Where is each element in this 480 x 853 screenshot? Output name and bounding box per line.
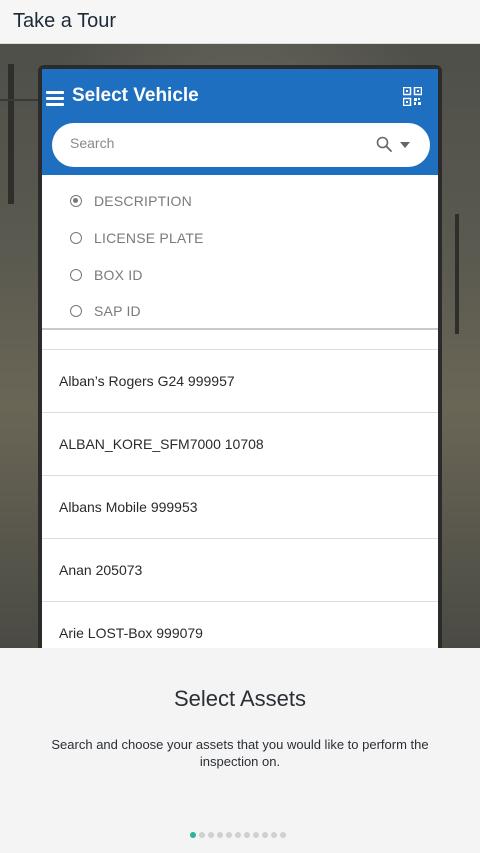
top-bar: Take a Tour — [0, 0, 480, 44]
search-option-group: DESCRIPTION LICENSE PLATE BOX ID SAP ID — [42, 175, 438, 330]
radio-label: LICENSE PLATE — [94, 230, 204, 246]
vehicle-list-item[interactable]: ALBAN_KORE_SFM7000 10708 — [42, 413, 438, 476]
hamburger-menu-icon[interactable] — [46, 91, 64, 106]
radio-button[interactable] — [70, 232, 82, 244]
page-dot-active[interactable] — [190, 832, 196, 838]
radio-option-sap-id[interactable]: SAP ID — [70, 301, 141, 321]
page-dot[interactable] — [235, 832, 241, 838]
page-dot[interactable] — [253, 832, 259, 838]
radio-option-description[interactable]: DESCRIPTION — [70, 191, 192, 211]
vehicle-list: Alban’s Rogers G24 999957 ALBAN_KORE_SFM… — [42, 349, 438, 648]
search-input[interactable] — [70, 135, 350, 151]
page-dot[interactable] — [262, 832, 268, 838]
page-title: Take a Tour — [13, 10, 117, 32]
radio-option-license-plate[interactable]: LICENSE PLATE — [70, 228, 204, 248]
radio-label: BOX ID — [94, 267, 143, 283]
tour-description: Search and choose your assets that you w… — [51, 737, 429, 769]
app-bar: Select Vehicle — [42, 69, 438, 175]
search-box[interactable] — [52, 123, 430, 167]
vehicle-list-item[interactable]: Anan 205073 — [42, 539, 438, 602]
pole-shape — [8, 64, 14, 204]
tour-panel: Select Assets Search and choose your ass… — [0, 648, 480, 853]
vehicle-list-item[interactable]: Arie LOST-Box 999079 — [42, 602, 438, 648]
page-dot[interactable] — [199, 832, 205, 838]
page-dot[interactable] — [226, 832, 232, 838]
vehicle-list-item[interactable]: Albans Mobile 999953 — [42, 476, 438, 539]
radio-button-checked[interactable] — [70, 195, 82, 207]
caret-down-icon[interactable] — [400, 142, 410, 148]
qr-code-icon[interactable] — [403, 87, 422, 106]
page-dot[interactable] — [280, 832, 286, 838]
radio-label: DESCRIPTION — [94, 193, 192, 209]
radio-label: SAP ID — [94, 303, 141, 319]
page-dot[interactable] — [271, 832, 277, 838]
phone-screen: Select Vehicle Search DESCRIPTION LICENS… — [42, 69, 438, 648]
page-dot[interactable] — [208, 832, 214, 838]
vehicle-list-item[interactable]: Alban’s Rogers G24 999957 — [42, 350, 438, 413]
tour-title: Select Assets — [173, 686, 307, 711]
radio-button[interactable] — [70, 305, 82, 317]
app-title: Select Vehicle — [72, 85, 199, 106]
page-indicator — [190, 832, 289, 838]
search-icon[interactable] — [376, 136, 392, 152]
page-dot[interactable] — [244, 832, 250, 838]
page-dot[interactable] — [217, 832, 223, 838]
wire-shape — [0, 99, 40, 101]
pole-shape — [455, 214, 459, 334]
radio-option-box-id[interactable]: BOX ID — [70, 265, 143, 285]
radio-button[interactable] — [70, 269, 82, 281]
phone-mockup: Select Vehicle Search DESCRIPTION LICENS… — [38, 65, 442, 648]
